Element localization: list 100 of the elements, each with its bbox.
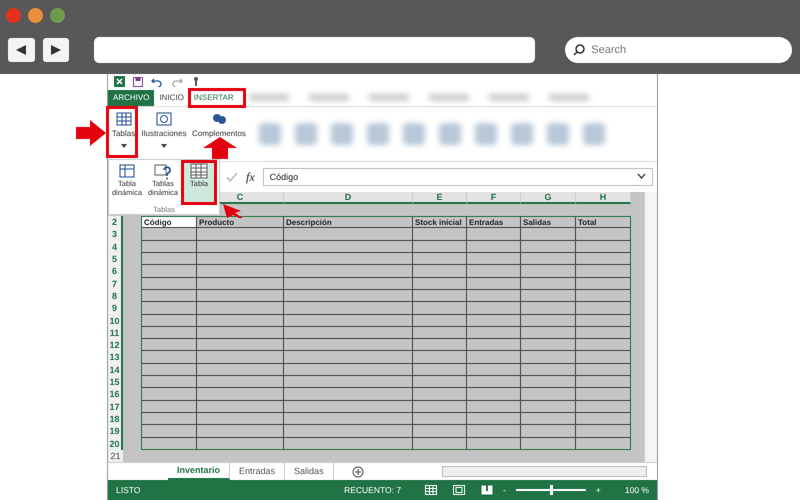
save-icon[interactable] — [133, 76, 143, 87]
table-cell — [576, 290, 631, 302]
table-cell — [141, 302, 197, 315]
back-button[interactable] — [8, 38, 35, 62]
table-cell — [576, 240, 631, 254]
table-cell — [413, 412, 467, 426]
table-cell — [467, 388, 521, 401]
row-header[interactable]: 21 — [108, 450, 123, 462]
row-header[interactable]: 10 — [108, 314, 123, 327]
status-count: RECUENTO: 7 — [344, 484, 402, 496]
page-break-icon[interactable] — [481, 485, 494, 496]
table-cell — [576, 339, 631, 352]
table-cell — [467, 351, 521, 364]
table-cell — [576, 412, 631, 426]
column-header[interactable]: F — [467, 192, 521, 204]
table-cell — [467, 253, 521, 266]
table-question-icon — [154, 162, 172, 180]
annotation-arrow — [76, 120, 106, 146]
minimize-button[interactable] — [28, 8, 43, 23]
annotation-arrow — [223, 204, 243, 218]
table-cell — [413, 265, 467, 278]
table-cell — [141, 265, 197, 278]
formula-value: Código — [270, 170, 298, 184]
table-cell — [141, 240, 197, 254]
table-cell — [467, 265, 521, 278]
table-cell — [141, 326, 197, 340]
table-cell — [467, 326, 521, 340]
table-cell — [467, 438, 521, 450]
table-cell — [141, 228, 197, 241]
table-cell — [413, 376, 467, 388]
table-cell — [467, 290, 521, 302]
highlight-frame — [188, 88, 246, 108]
row-header[interactable]: 5 — [108, 253, 123, 266]
table-cell — [521, 228, 576, 241]
sheet-tab[interactable]: Inventario — [168, 463, 230, 480]
row-header[interactable]: 8 — [108, 290, 123, 302]
table-cell — [413, 240, 467, 254]
ribbon-tab[interactable]: ARCHIVO — [108, 90, 154, 106]
table-cell — [467, 339, 521, 352]
table-cell — [576, 364, 631, 376]
check-icon[interactable] — [226, 172, 238, 182]
table-cell — [413, 253, 467, 266]
table-cell — [521, 314, 576, 327]
normal-view-icon[interactable] — [425, 485, 438, 496]
table-cell — [521, 425, 576, 438]
zoom-in-button[interactable]: + — [596, 484, 601, 496]
zoom-out-button[interactable]: - — [503, 484, 506, 496]
column-header[interactable]: D — [284, 192, 413, 204]
row-header[interactable]: 20 — [108, 438, 123, 450]
table-cell — [413, 290, 467, 302]
table-cell — [521, 265, 576, 278]
table-cell — [141, 290, 197, 302]
add-sheet-icon[interactable] — [352, 466, 364, 478]
table-cell — [467, 425, 521, 438]
column-header[interactable]: G — [521, 192, 576, 204]
column-header[interactable]: H — [576, 192, 631, 204]
row-header[interactable]: 9 — [108, 302, 123, 315]
table-cell: Salidas — [521, 216, 576, 228]
horizontal-scrollbar[interactable] — [442, 466, 647, 478]
table-cell — [413, 364, 467, 376]
table-cell — [576, 376, 631, 388]
function-label[interactable]: fx — [246, 168, 255, 186]
table-cell — [413, 314, 467, 327]
column-header[interactable]: E — [413, 192, 467, 204]
row-header[interactable]: 13 — [108, 351, 123, 364]
row-header[interactable]: 16 — [108, 388, 123, 401]
row-header[interactable]: 19 — [108, 425, 123, 438]
table-cell — [521, 351, 576, 364]
table-cell — [141, 364, 197, 376]
undo-icon[interactable] — [151, 76, 163, 87]
row-header[interactable]: 7 — [108, 278, 123, 290]
page-layout-icon[interactable] — [453, 485, 466, 496]
row-header[interactable]: 6 — [108, 265, 123, 278]
table-cell — [467, 302, 521, 315]
forward-button[interactable] — [42, 38, 70, 62]
table-cell — [576, 351, 631, 364]
row-header[interactable]: 18 — [108, 412, 123, 426]
row-header[interactable]: 12 — [108, 339, 123, 352]
table-cell — [521, 388, 576, 401]
ribbon-group-button[interactable]: Ilustraciones — [139, 106, 189, 161]
row-header[interactable]: 17 — [108, 400, 123, 413]
table-cell — [467, 240, 521, 254]
table-cell — [413, 278, 467, 290]
ribbon-group-button[interactable]: Complementos — [189, 106, 249, 161]
row-header[interactable]: 14 — [108, 364, 123, 376]
table-cell — [141, 253, 197, 266]
table-cell — [521, 326, 576, 340]
row-header[interactable]: 11 — [108, 326, 123, 340]
annotation-arrow — [203, 137, 237, 159]
ribbon-tab[interactable]: INICIO — [154, 90, 189, 106]
address-field[interactable] — [94, 37, 536, 63]
row-header[interactable]: 4 — [108, 240, 123, 254]
vertical-scrollbar[interactable] — [644, 192, 657, 462]
search-field[interactable]: Search — [565, 37, 792, 63]
row-header[interactable]: 15 — [108, 376, 123, 388]
table-icon — [114, 110, 132, 128]
formula-field[interactable]: Código — [262, 168, 653, 186]
row-header[interactable]: 2 — [108, 216, 123, 228]
row-header[interactable]: 3 — [108, 228, 123, 241]
zoom-slider-thumb[interactable] — [550, 485, 553, 496]
